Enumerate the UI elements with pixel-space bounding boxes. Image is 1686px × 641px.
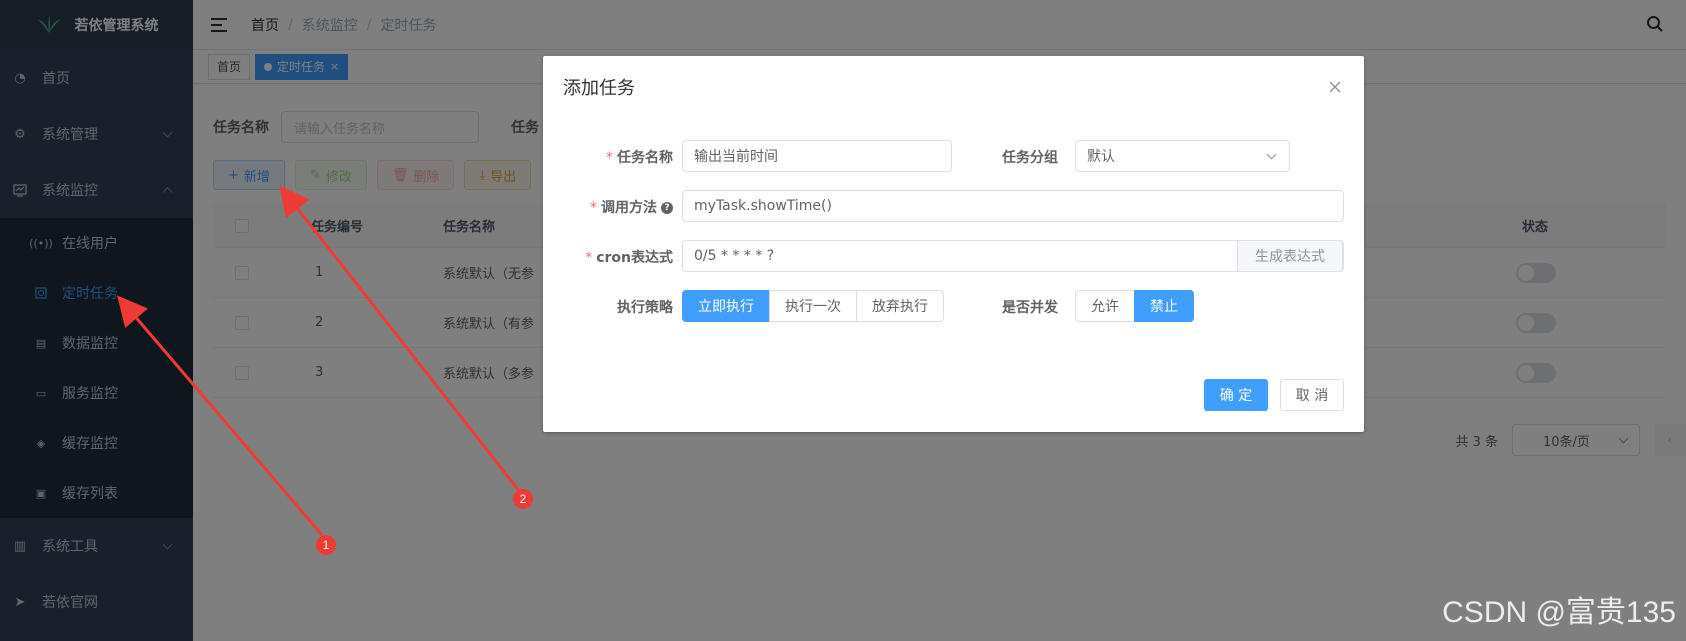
cron-field[interactable]: 0/5 * * * * ? 生成表达式 — [682, 240, 1344, 272]
misfire-option-once[interactable]: 执行一次 — [769, 290, 857, 322]
required-mark: * — [606, 150, 613, 166]
field-value: 0/5 * * * * ? — [694, 248, 775, 264]
label-text: 任务名称 — [617, 150, 673, 166]
cron-label: * cron表达式 — [563, 247, 673, 267]
close-icon[interactable] — [1328, 80, 1342, 94]
chevron-down-icon — [1266, 149, 1277, 160]
field-value: 输出当前时间 — [694, 149, 778, 165]
required-mark: * — [590, 200, 597, 216]
watermark: CSDN @富贵135 — [1442, 596, 1676, 629]
required-mark: * — [585, 250, 593, 266]
invoke-target-field[interactable]: myTask.showTime() — [682, 190, 1344, 222]
concurrent-group: 允许 禁止 — [1075, 290, 1194, 322]
dialog-title: 添加任务 — [563, 78, 635, 99]
label-text: cron表达式 — [596, 250, 673, 266]
misfire-policy-group: 立即执行 执行一次 放弃执行 — [682, 290, 944, 322]
concurrent-option-allow[interactable]: 允许 — [1075, 290, 1135, 322]
misfire-label: 执行策略 — [617, 300, 673, 316]
label-text: 调用方法 — [601, 200, 657, 216]
add-job-dialog: 添加任务 * 任务名称 输出当前时间 任务分组 默认 * 调用方法? myTask.… — [543, 56, 1364, 432]
generate-cron-button[interactable]: 生成表达式 — [1237, 240, 1343, 272]
invoke-target-label: * 调用方法? — [573, 197, 673, 217]
job-group-select[interactable]: 默认 — [1075, 140, 1290, 172]
help-icon[interactable]: ? — [661, 202, 673, 214]
field-value: myTask.showTime() — [694, 198, 832, 214]
job-name-label: * 任务名称 — [583, 147, 673, 167]
job-name-field[interactable]: 输出当前时间 — [682, 140, 952, 172]
job-group-label: 任务分组 — [1002, 150, 1058, 166]
concurrent-label: 是否并发 — [1002, 300, 1058, 316]
misfire-option-abandon[interactable]: 放弃执行 — [856, 290, 944, 322]
cancel-button[interactable]: 取 消 — [1280, 379, 1344, 411]
misfire-option-immediate[interactable]: 立即执行 — [682, 290, 770, 322]
concurrent-option-forbid[interactable]: 禁止 — [1134, 290, 1194, 322]
confirm-button[interactable]: 确 定 — [1204, 379, 1268, 411]
select-value: 默认 — [1087, 149, 1115, 165]
